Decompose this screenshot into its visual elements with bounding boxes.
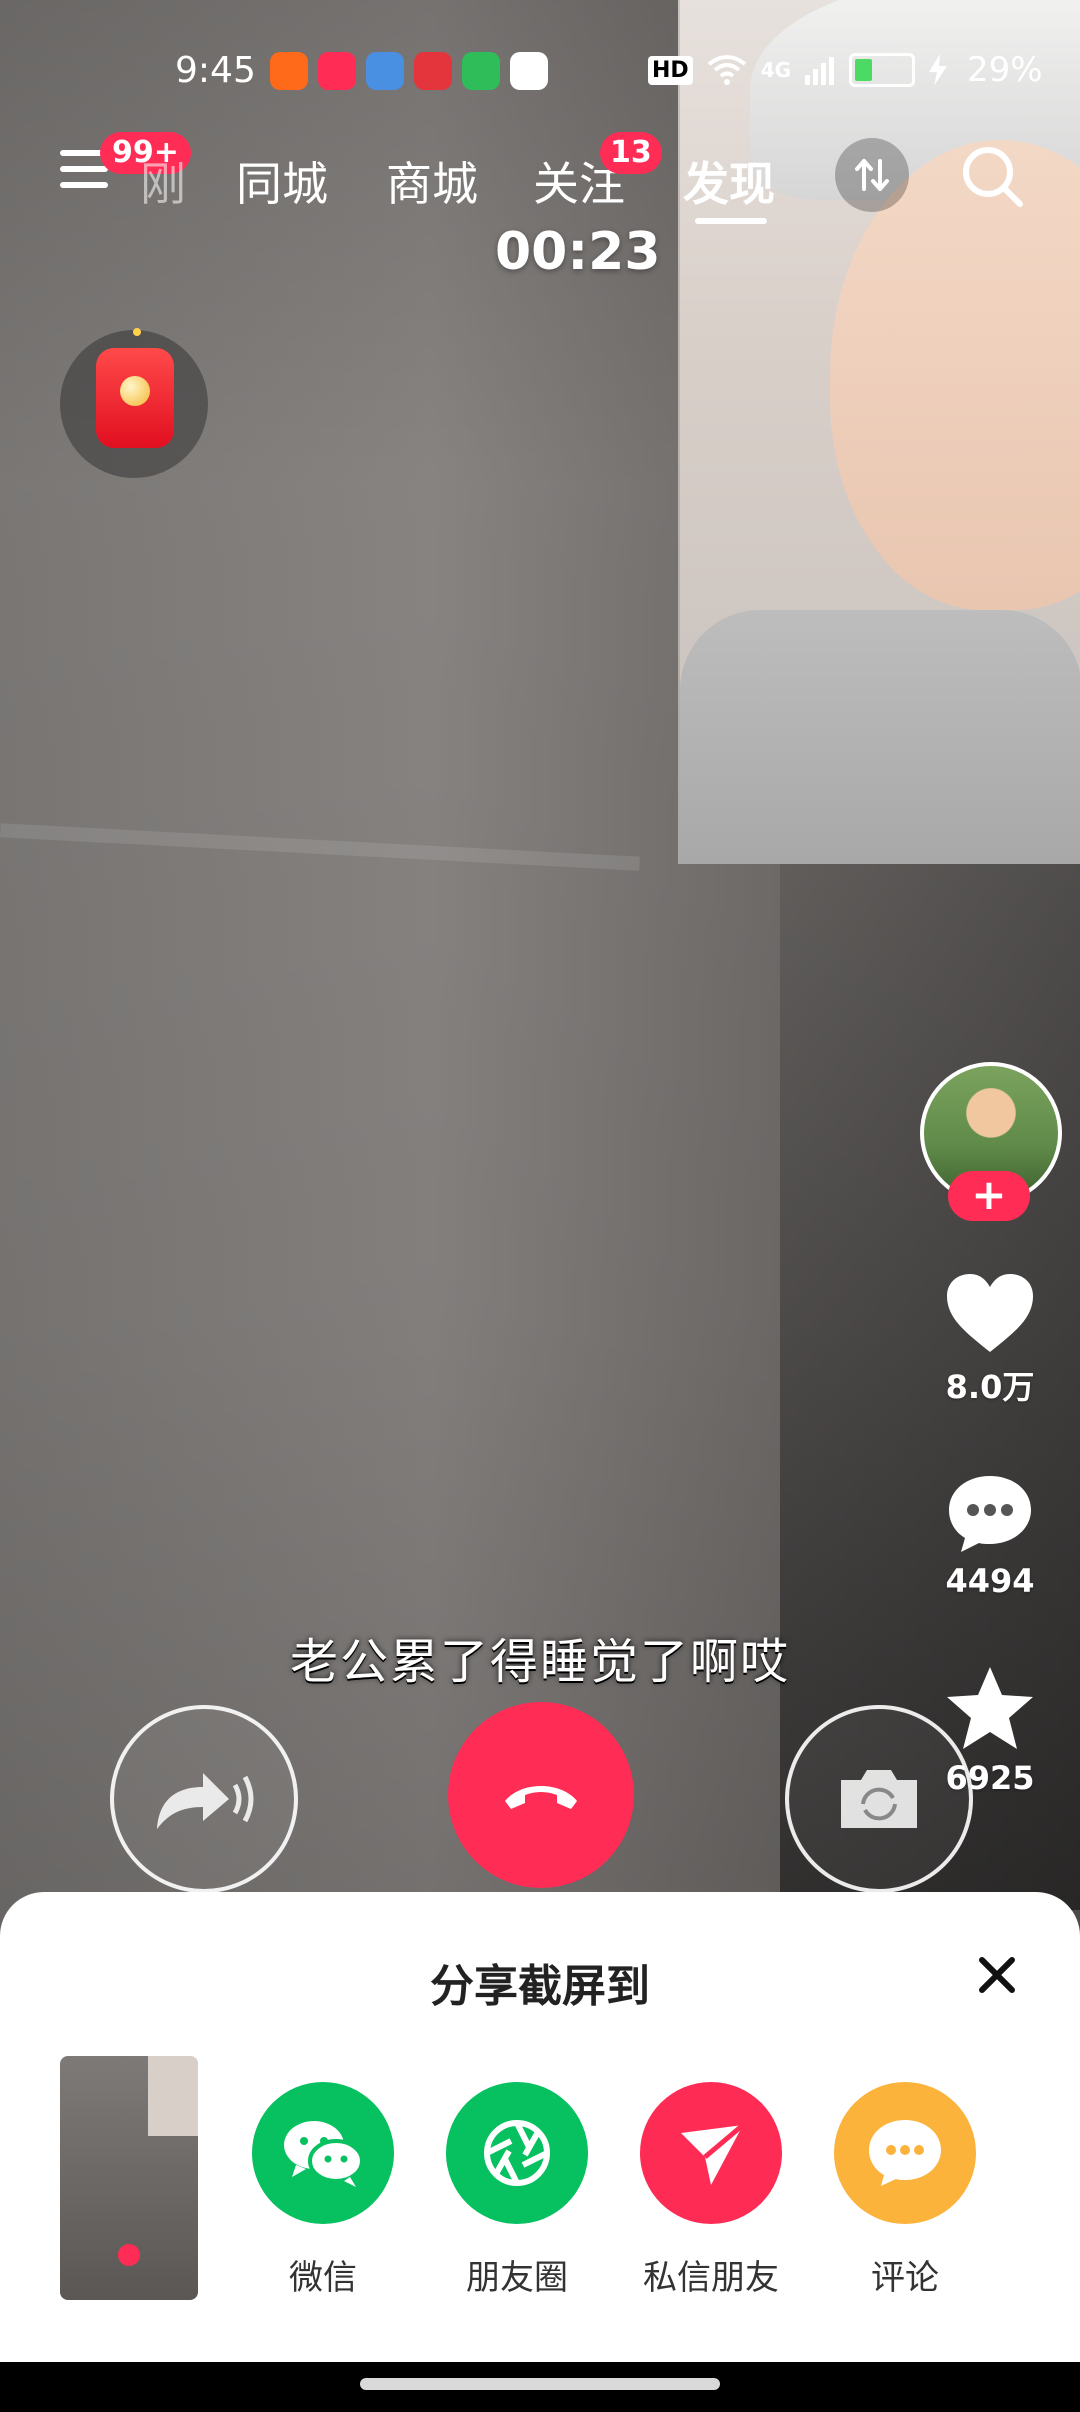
battery-icon — [849, 53, 916, 87]
app-icon-red — [414, 52, 452, 90]
active-tab-indicator — [695, 218, 767, 224]
share-private-message[interactable]: 私信朋友 — [621, 2082, 801, 2299]
signal-icon — [805, 57, 835, 85]
follow-button[interactable]: + — [948, 1171, 1030, 1221]
red-packet-icon — [96, 348, 174, 448]
heart-icon — [947, 1274, 1033, 1352]
network-type: 4G — [760, 58, 792, 82]
wechat-icon — [252, 2082, 394, 2224]
forward-sound-icon — [157, 1773, 254, 1829]
status-time: 9:45 — [175, 50, 256, 91]
charging-icon — [929, 54, 948, 86]
status-right: HD 4G 29% — [648, 50, 1043, 90]
music-app-icon — [318, 52, 356, 90]
status-bar: 9:45 HD 4G 29% — [0, 0, 1080, 140]
comment-count: 4494 — [945, 1562, 1035, 1600]
speaker-button[interactable] — [110, 1705, 298, 1893]
switch-camera-button[interactable] — [785, 1705, 973, 1893]
share-moments-label: 朋友圈 — [466, 2258, 568, 2298]
tab-partial[interactable]: 刚 — [140, 148, 186, 214]
security-app-icon — [462, 52, 500, 90]
pip-shirt — [680, 610, 1080, 864]
camera-switch-icon — [841, 1770, 917, 1828]
moments-shutter-icon — [446, 2082, 588, 2224]
search-app-icon — [510, 52, 548, 90]
share-comment-label: 评论 — [871, 2258, 939, 2298]
hd-badge: HD — [648, 55, 693, 85]
close-icon[interactable] — [974, 1952, 1020, 1998]
share-moments[interactable]: 朋友圈 — [427, 2082, 607, 2299]
comment-button[interactable]: 4494 — [920, 1472, 1060, 1600]
weather-app-icon — [366, 52, 404, 90]
share-wechat-label: 微信 — [289, 2258, 357, 2298]
comment-bubble-icon — [834, 2082, 976, 2224]
share-sheet-title: 分享截屏到 — [430, 1961, 650, 2012]
guanzhu-badge: 13 — [600, 132, 662, 174]
screenshot-thumbnail[interactable] — [60, 2056, 198, 2300]
hang-up-button[interactable] — [448, 1702, 634, 1888]
wifi-icon — [707, 55, 746, 85]
search-icon[interactable] — [958, 142, 1028, 212]
status-app-icons — [270, 52, 548, 90]
call-timer: 00:23 — [495, 222, 661, 282]
share-private-message-label: 私信朋友 — [643, 2258, 779, 2298]
tab-faxian[interactable]: 发现 — [683, 148, 775, 214]
comment-icon — [949, 1476, 1031, 1552]
red-packet-dot — [133, 328, 141, 336]
share-wechat[interactable]: 微信 — [233, 2082, 413, 2299]
battery-percent: 29% — [967, 50, 1043, 90]
call-subtitle: 老公累了得睡觉了啊哎 — [289, 1634, 790, 1690]
phone-hangup-icon — [505, 1786, 577, 1809]
share-comment[interactable]: 评论 — [815, 2082, 995, 2299]
swap-arrows-icon — [855, 159, 889, 191]
like-button[interactable]: 8.0万 — [920, 1272, 1060, 1408]
switch-view-button[interactable] — [835, 138, 909, 212]
send-arrow-icon — [640, 2082, 782, 2224]
home-indicator[interactable] — [360, 2378, 720, 2390]
tab-tongcheng[interactable]: 同城 — [236, 148, 328, 214]
app-icon-orange — [270, 52, 308, 90]
tab-shangcheng[interactable]: 商城 — [386, 148, 478, 214]
like-count: 8.0万 — [945, 1368, 1035, 1406]
